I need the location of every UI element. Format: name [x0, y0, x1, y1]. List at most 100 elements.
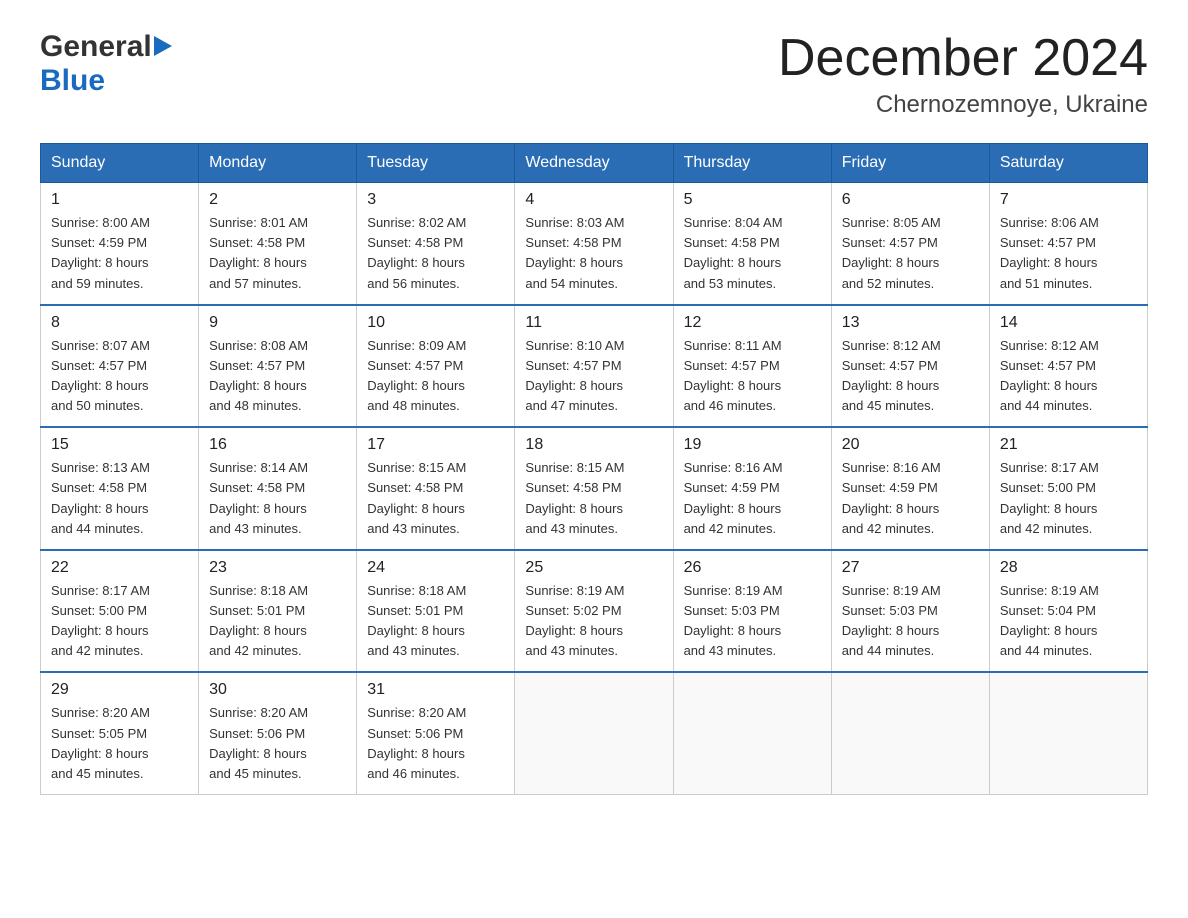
day-number: 25 — [525, 559, 662, 577]
day-info: Sunrise: 8:00 AMSunset: 4:59 PMDaylight:… — [51, 213, 188, 294]
day-info: Sunrise: 8:04 AMSunset: 4:58 PMDaylight:… — [684, 213, 821, 294]
header-saturday: Saturday — [989, 144, 1147, 183]
table-row: 6 Sunrise: 8:05 AMSunset: 4:57 PMDayligh… — [831, 183, 989, 305]
header-sunday: Sunday — [41, 144, 199, 183]
day-info: Sunrise: 8:19 AMSunset: 5:03 PMDaylight:… — [684, 581, 821, 662]
week-row-3: 15 Sunrise: 8:13 AMSunset: 4:58 PMDaylig… — [41, 427, 1148, 550]
day-info: Sunrise: 8:17 AMSunset: 5:00 PMDaylight:… — [51, 581, 188, 662]
day-number: 9 — [209, 314, 346, 332]
day-number: 10 — [367, 314, 504, 332]
table-row: 16 Sunrise: 8:14 AMSunset: 4:58 PMDaylig… — [199, 427, 357, 550]
table-row: 21 Sunrise: 8:17 AMSunset: 5:00 PMDaylig… — [989, 427, 1147, 550]
day-info: Sunrise: 8:20 AMSunset: 5:06 PMDaylight:… — [367, 703, 504, 784]
week-row-5: 29 Sunrise: 8:20 AMSunset: 5:05 PMDaylig… — [41, 672, 1148, 794]
logo-general-text: General — [40, 30, 152, 64]
day-info: Sunrise: 8:13 AMSunset: 4:58 PMDaylight:… — [51, 458, 188, 539]
day-number: 22 — [51, 559, 188, 577]
day-number: 29 — [51, 681, 188, 699]
day-number: 6 — [842, 191, 979, 209]
page-header: General Blue December 2024 Chernozemnoye… — [40, 30, 1148, 119]
table-row: 19 Sunrise: 8:16 AMSunset: 4:59 PMDaylig… — [673, 427, 831, 550]
day-info: Sunrise: 8:16 AMSunset: 4:59 PMDaylight:… — [684, 458, 821, 539]
header-wednesday: Wednesday — [515, 144, 673, 183]
day-info: Sunrise: 8:20 AMSunset: 5:06 PMDaylight:… — [209, 703, 346, 784]
day-info: Sunrise: 8:15 AMSunset: 4:58 PMDaylight:… — [525, 458, 662, 539]
calendar-title-section: December 2024 Chernozemnoye, Ukraine — [778, 30, 1148, 119]
day-number: 1 — [51, 191, 188, 209]
day-number: 21 — [1000, 436, 1137, 454]
table-row: 26 Sunrise: 8:19 AMSunset: 5:03 PMDaylig… — [673, 550, 831, 673]
day-number: 20 — [842, 436, 979, 454]
logo-arrow-icon — [154, 36, 172, 56]
day-info: Sunrise: 8:17 AMSunset: 5:00 PMDaylight:… — [1000, 458, 1137, 539]
day-number: 28 — [1000, 559, 1137, 577]
week-row-4: 22 Sunrise: 8:17 AMSunset: 5:00 PMDaylig… — [41, 550, 1148, 673]
day-info: Sunrise: 8:12 AMSunset: 4:57 PMDaylight:… — [842, 336, 979, 417]
table-row: 18 Sunrise: 8:15 AMSunset: 4:58 PMDaylig… — [515, 427, 673, 550]
calendar-table: Sunday Monday Tuesday Wednesday Thursday… — [40, 143, 1148, 795]
table-row: 22 Sunrise: 8:17 AMSunset: 5:00 PMDaylig… — [41, 550, 199, 673]
day-info: Sunrise: 8:05 AMSunset: 4:57 PMDaylight:… — [842, 213, 979, 294]
day-info: Sunrise: 8:19 AMSunset: 5:02 PMDaylight:… — [525, 581, 662, 662]
day-info: Sunrise: 8:12 AMSunset: 4:57 PMDaylight:… — [1000, 336, 1137, 417]
day-number: 19 — [684, 436, 821, 454]
day-info: Sunrise: 8:11 AMSunset: 4:57 PMDaylight:… — [684, 336, 821, 417]
day-info: Sunrise: 8:20 AMSunset: 5:05 PMDaylight:… — [51, 703, 188, 784]
table-row: 29 Sunrise: 8:20 AMSunset: 5:05 PMDaylig… — [41, 672, 199, 794]
day-number: 2 — [209, 191, 346, 209]
day-info: Sunrise: 8:06 AMSunset: 4:57 PMDaylight:… — [1000, 213, 1137, 294]
table-row: 9 Sunrise: 8:08 AMSunset: 4:57 PMDayligh… — [199, 305, 357, 428]
table-row: 3 Sunrise: 8:02 AMSunset: 4:58 PMDayligh… — [357, 183, 515, 305]
table-row: 25 Sunrise: 8:19 AMSunset: 5:02 PMDaylig… — [515, 550, 673, 673]
day-info: Sunrise: 8:09 AMSunset: 4:57 PMDaylight:… — [367, 336, 504, 417]
day-number: 24 — [367, 559, 504, 577]
table-row — [831, 672, 989, 794]
month-year-title: December 2024 — [778, 30, 1148, 87]
table-row: 8 Sunrise: 8:07 AMSunset: 4:57 PMDayligh… — [41, 305, 199, 428]
header-monday: Monday — [199, 144, 357, 183]
day-number: 26 — [684, 559, 821, 577]
day-info: Sunrise: 8:19 AMSunset: 5:03 PMDaylight:… — [842, 581, 979, 662]
day-info: Sunrise: 8:19 AMSunset: 5:04 PMDaylight:… — [1000, 581, 1137, 662]
table-row: 15 Sunrise: 8:13 AMSunset: 4:58 PMDaylig… — [41, 427, 199, 550]
day-info: Sunrise: 8:15 AMSunset: 4:58 PMDaylight:… — [367, 458, 504, 539]
day-info: Sunrise: 8:16 AMSunset: 4:59 PMDaylight:… — [842, 458, 979, 539]
table-row — [673, 672, 831, 794]
table-row: 10 Sunrise: 8:09 AMSunset: 4:57 PMDaylig… — [357, 305, 515, 428]
location-subtitle: Chernozemnoye, Ukraine — [778, 91, 1148, 119]
weekday-header-row: Sunday Monday Tuesday Wednesday Thursday… — [41, 144, 1148, 183]
table-row: 4 Sunrise: 8:03 AMSunset: 4:58 PMDayligh… — [515, 183, 673, 305]
table-row: 27 Sunrise: 8:19 AMSunset: 5:03 PMDaylig… — [831, 550, 989, 673]
day-info: Sunrise: 8:14 AMSunset: 4:58 PMDaylight:… — [209, 458, 346, 539]
logo: General Blue — [40, 30, 172, 98]
table-row: 24 Sunrise: 8:18 AMSunset: 5:01 PMDaylig… — [357, 550, 515, 673]
day-number: 11 — [525, 314, 662, 332]
day-info: Sunrise: 8:01 AMSunset: 4:58 PMDaylight:… — [209, 213, 346, 294]
day-number: 15 — [51, 436, 188, 454]
table-row: 13 Sunrise: 8:12 AMSunset: 4:57 PMDaylig… — [831, 305, 989, 428]
week-row-2: 8 Sunrise: 8:07 AMSunset: 4:57 PMDayligh… — [41, 305, 1148, 428]
day-info: Sunrise: 8:18 AMSunset: 5:01 PMDaylight:… — [209, 581, 346, 662]
day-info: Sunrise: 8:03 AMSunset: 4:58 PMDaylight:… — [525, 213, 662, 294]
table-row: 23 Sunrise: 8:18 AMSunset: 5:01 PMDaylig… — [199, 550, 357, 673]
table-row: 11 Sunrise: 8:10 AMSunset: 4:57 PMDaylig… — [515, 305, 673, 428]
header-thursday: Thursday — [673, 144, 831, 183]
table-row: 17 Sunrise: 8:15 AMSunset: 4:58 PMDaylig… — [357, 427, 515, 550]
table-row: 7 Sunrise: 8:06 AMSunset: 4:57 PMDayligh… — [989, 183, 1147, 305]
day-number: 4 — [525, 191, 662, 209]
day-info: Sunrise: 8:10 AMSunset: 4:57 PMDaylight:… — [525, 336, 662, 417]
table-row: 1 Sunrise: 8:00 AMSunset: 4:59 PMDayligh… — [41, 183, 199, 305]
day-number: 7 — [1000, 191, 1137, 209]
table-row: 14 Sunrise: 8:12 AMSunset: 4:57 PMDaylig… — [989, 305, 1147, 428]
table-row: 5 Sunrise: 8:04 AMSunset: 4:58 PMDayligh… — [673, 183, 831, 305]
table-row: 12 Sunrise: 8:11 AMSunset: 4:57 PMDaylig… — [673, 305, 831, 428]
day-info: Sunrise: 8:02 AMSunset: 4:58 PMDaylight:… — [367, 213, 504, 294]
day-number: 14 — [1000, 314, 1137, 332]
day-number: 8 — [51, 314, 188, 332]
day-number: 23 — [209, 559, 346, 577]
table-row: 30 Sunrise: 8:20 AMSunset: 5:06 PMDaylig… — [199, 672, 357, 794]
logo-blue-text: Blue — [40, 64, 105, 97]
table-row — [515, 672, 673, 794]
day-info: Sunrise: 8:07 AMSunset: 4:57 PMDaylight:… — [51, 336, 188, 417]
day-number: 13 — [842, 314, 979, 332]
